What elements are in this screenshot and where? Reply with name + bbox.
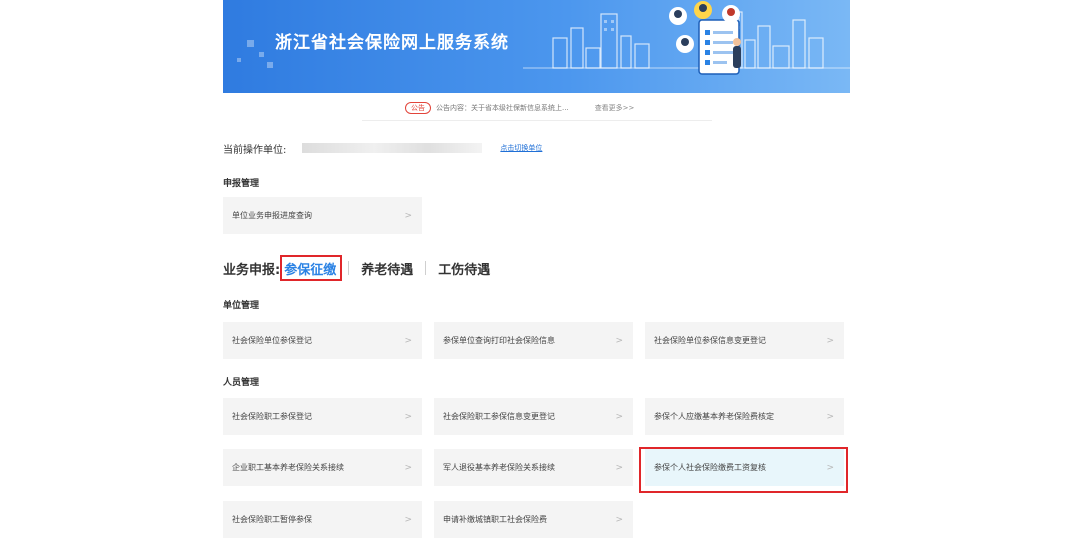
notice-more-link[interactable]: 查看更多>>: [595, 103, 635, 113]
chevron-right-icon: >: [404, 514, 412, 525]
card-unit-register[interactable]: 社会保险单位参保登记 >: [223, 322, 422, 359]
chevron-right-icon: >: [404, 411, 412, 422]
card-veteran-pension-transfer[interactable]: 军人退役基本养老保险关系接续 >: [434, 449, 633, 486]
chevron-right-icon: >: [826, 335, 834, 346]
tab-pension[interactable]: 养老待遇: [361, 259, 413, 278]
card-pension-fee-assess[interactable]: 参保个人应缴基本养老保险费核定 >: [645, 398, 844, 435]
chevron-right-icon: >: [615, 462, 623, 473]
divider: [362, 120, 712, 121]
business-label: 业务申报:: [223, 262, 281, 278]
card-label: 社会保险职工参保信息变更登记: [443, 412, 555, 421]
chevron-right-icon: >: [404, 462, 412, 473]
card-employee-register[interactable]: 社会保险职工参保登记 >: [223, 398, 422, 435]
card-back-payment[interactable]: 申请补缴城镇职工社会保险费 >: [434, 501, 633, 538]
switch-unit-link[interactable]: 点击切换单位: [500, 143, 542, 153]
section-title-unit-mgmt: 单位管理: [223, 301, 260, 311]
highlight-box-tab: [280, 255, 342, 281]
current-unit-label: 当前操作单位:: [223, 144, 287, 156]
tab-divider: [425, 261, 427, 275]
chevron-right-icon: >: [615, 411, 623, 422]
business-tabs: 业务申报: 参保征缴 养老待遇 工伤待遇: [223, 258, 490, 278]
current-unit-row: 当前操作单位: 点击切换单位: [223, 140, 542, 156]
city-skyline-icon: [523, 1, 850, 75]
notice-text[interactable]: 公告内容：关于省本级社保新信息系统上...: [436, 103, 569, 113]
card-unit-info-change[interactable]: 社会保险单位参保信息变更登记 >: [645, 322, 844, 359]
chevron-right-icon: >: [826, 411, 834, 422]
card-label: 社会保险单位参保信息变更登记: [654, 336, 766, 345]
card-pension-transfer[interactable]: 企业职工基本养老保险关系接续 >: [223, 449, 422, 486]
card-declare-progress[interactable]: 单位业务申报进度查询 >: [223, 197, 422, 234]
card-label: 军人退役基本养老保险关系接续: [443, 463, 555, 472]
header-banner: 浙江省社会保险网上服务系统: [223, 0, 850, 93]
tab-injury[interactable]: 工伤待遇: [438, 259, 490, 278]
card-label: 社会保险职工暂停参保: [232, 515, 312, 524]
card-label: 参保个人应缴基本养老保险费核定: [654, 412, 774, 421]
card-label: 参保单位查询打印社会保险信息: [443, 336, 555, 345]
chevron-right-icon: >: [615, 335, 623, 346]
card-employee-info-change[interactable]: 社会保险职工参保信息变更登记 >: [434, 398, 633, 435]
card-label: 社会保险职工参保登记: [232, 412, 312, 421]
section-title-person-mgmt: 人员管理: [223, 378, 260, 388]
unit-name-redacted: [302, 143, 483, 153]
tab-divider: [348, 261, 350, 275]
checklist-board-icon: [698, 19, 740, 75]
card-label: 单位业务申报进度查询: [232, 211, 312, 220]
chevron-right-icon: >: [404, 335, 412, 346]
highlight-box-card: [639, 447, 848, 493]
card-label: 申请补缴城镇职工社会保险费: [443, 515, 547, 524]
card-label: 社会保险单位参保登记: [232, 336, 312, 345]
section-title-declare: 申报管理: [223, 179, 260, 189]
card-employee-suspend[interactable]: 社会保险职工暂停参保 >: [223, 501, 422, 538]
card-unit-print-info[interactable]: 参保单位查询打印社会保险信息 >: [434, 322, 633, 359]
notice-bar: 公告 公告内容：关于省本级社保新信息系统上... 查看更多>>: [405, 101, 634, 115]
chevron-right-icon: >: [404, 210, 412, 221]
chevron-right-icon: >: [615, 514, 623, 525]
card-label: 企业职工基本养老保险关系接续: [232, 463, 344, 472]
notice-badge: 公告: [405, 102, 431, 114]
